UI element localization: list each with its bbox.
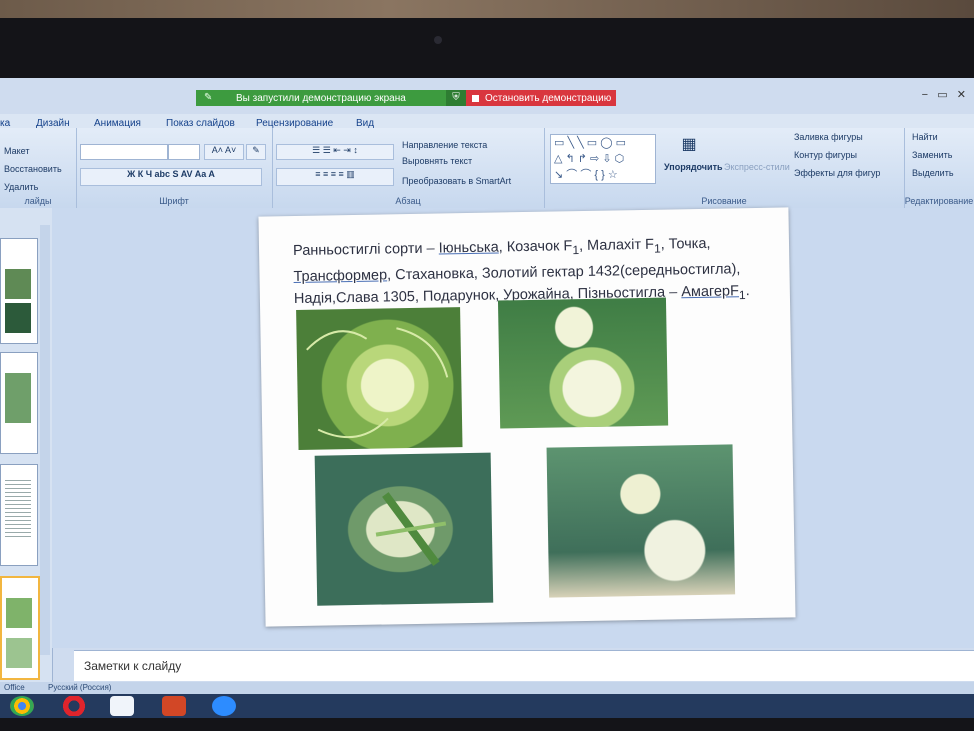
maximize-icon[interactable]: ▭ (937, 89, 947, 101)
shape-effects-button[interactable]: Эффекты для фигур (794, 168, 880, 178)
status-office: Office (4, 683, 25, 692)
group-paragraph: ☰ ☰ ⇤ ⇥ ↕ Направление текста Выровнять т… (272, 128, 545, 208)
cabbage-photo-3[interactable] (314, 452, 494, 606)
align-buttons[interactable]: ≡ ≡ ≡ ≡ ▥ (276, 168, 394, 186)
shield-icon[interactable]: ⛨ (446, 90, 466, 106)
font-name-select[interactable] (80, 144, 168, 160)
screen-share-bar: ✎ Вы запустили демонстрацию экрана ⛨ Ост… (196, 90, 616, 106)
group-label-font: Шрифт (159, 196, 189, 206)
cabbage-leaves-icon (375, 492, 447, 566)
cabbage-photo-2[interactable] (497, 297, 669, 429)
group-slides: Макет Восстановить Удалить лайды (0, 128, 77, 208)
shapes-gallery[interactable]: ▭ ╲ ╲ ▭ ◯ ▭ △ ↰ ↱ ⇨ ⇩ ⬡ ↘ ⌒ ⌒ { } ☆ (550, 134, 656, 184)
delete-slide-button[interactable]: Удалить (4, 182, 38, 192)
align-text-button[interactable]: Выровнять текст (402, 156, 472, 166)
opera-icon[interactable] (62, 696, 86, 716)
group-label-drawing: Рисование (701, 196, 747, 206)
convert-smartart-button[interactable]: Преобразовать в SmartArt (402, 176, 511, 186)
status-language[interactable]: Русский (Россия) (48, 683, 111, 692)
notes-placeholder: Заметки к слайду (84, 659, 182, 673)
cabbage-photo-4[interactable] (546, 444, 736, 598)
font-format-buttons[interactable]: Ж К Ч abc S AV Aa A (80, 168, 262, 186)
layout-button[interactable]: Макет (4, 146, 29, 156)
stop-share-label: Остановить демонстрацию (485, 92, 612, 104)
slide-text-underlined: Іюньська (438, 239, 499, 257)
minimize-icon[interactable]: − (922, 89, 928, 101)
arrange-button[interactable]: Упорядочить (664, 162, 723, 172)
zoom-icon[interactable] (212, 696, 236, 716)
slide-text-part: , Малахіт F (578, 236, 655, 255)
slide-text-part: Ранньостиглі сорти – (292, 240, 439, 260)
slide-text-part: , Точка, (660, 235, 711, 253)
slide-thumbnail[interactable] (0, 238, 38, 344)
group-label-slides: лайды (24, 196, 52, 206)
webcam (434, 36, 442, 44)
thumbnails-scrollbar[interactable] (40, 225, 50, 655)
slide-thumbnail[interactable] (0, 352, 38, 454)
notes-pane[interactable]: Заметки к слайду (74, 650, 974, 681)
taskbar (0, 694, 974, 718)
shape-fill-button[interactable]: Заливка фигуры (794, 132, 863, 142)
clear-format-icon[interactable]: ✎ (246, 144, 266, 160)
share-screen-icon: ✎ (204, 92, 213, 103)
word-icon[interactable] (110, 696, 134, 716)
slide-text-part: . (745, 282, 750, 300)
group-label-editing: Редактирование (904, 196, 974, 206)
quick-styles-button[interactable]: Экспресс-стили (724, 162, 790, 172)
chrome-icon[interactable] (10, 696, 34, 716)
group-drawing: ▭ ╲ ╲ ▭ ◯ ▭ △ ↰ ↱ ⇨ ⇩ ⬡ ↘ ⌒ ⌒ { } ☆ ▦ Упор… (544, 128, 905, 208)
share-status: ✎ Вы запустили демонстрацию экрана (196, 90, 446, 106)
font-grow-shrink-buttons[interactable]: A˄ A˅ (204, 144, 244, 160)
group-label-paragraph: Абзац (395, 196, 421, 206)
stop-share-button[interactable]: Остановить демонстрацию (466, 90, 616, 106)
shape-outline-button[interactable]: Контур фигуры (794, 150, 857, 160)
reset-button[interactable]: Восстановить (4, 164, 62, 174)
slide-text-part: , Козачок F (498, 238, 573, 256)
slide-text-part: , Стахановка, Золотий гектар 1432(середн… (386, 261, 741, 284)
group-font: A˄ A˅ ✎ Ж К Ч abc S AV Aa A Шрифт (76, 128, 273, 208)
share-status-text: Вы запустили демонстрацию экрана (236, 92, 406, 104)
slide-thumbnail[interactable] (0, 464, 38, 566)
text-direction-button[interactable]: Направление текста (402, 140, 487, 150)
slide[interactable]: Ранньостиглі сорти – Іюньська, Козачок F… (258, 207, 796, 627)
window-controls: − ▭ ✕ (922, 88, 966, 101)
cabbage-leaves-icon (306, 327, 449, 439)
close-icon[interactable]: ✕ (957, 89, 966, 101)
slide-text-underlined: АмагерF (681, 283, 740, 301)
slide-thumbnail-active[interactable] (0, 576, 40, 680)
status-bar: Office Русский (Россия) (0, 682, 974, 694)
powerpoint-icon[interactable] (162, 696, 186, 716)
group-editing: Найти Заменить Выделить Редактирование (904, 128, 974, 208)
find-button[interactable]: Найти (912, 132, 938, 142)
select-button[interactable]: Выделить (912, 168, 954, 178)
font-size-select[interactable] (168, 144, 200, 160)
replace-button[interactable]: Заменить (912, 150, 952, 160)
cabbage-photo-1[interactable] (296, 307, 463, 450)
slide-text-underlined: Трансформер (293, 267, 388, 285)
ribbon: Макет Восстановить Удалить лайды A˄ A˅ ✎… (0, 128, 974, 209)
list-buttons[interactable]: ☰ ☰ ⇤ ⇥ ↕ (276, 144, 394, 160)
stop-icon (472, 94, 479, 102)
